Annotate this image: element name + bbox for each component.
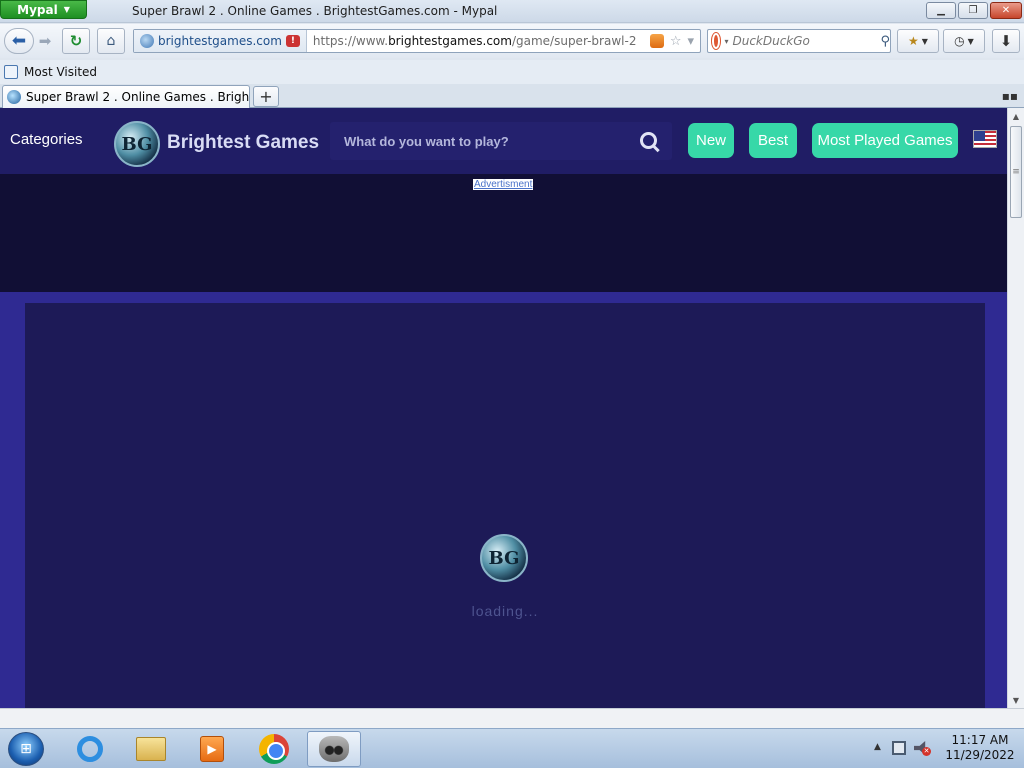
search-input[interactable] — [728, 34, 881, 48]
chrome-icon — [259, 734, 289, 764]
grid-icon: ▪▪ — [1001, 89, 1018, 103]
advertisement-label[interactable]: Advertisment — [473, 179, 534, 190]
page-vertical-scrollbar[interactable]: ▲ ≡ ▼ — [1007, 108, 1024, 708]
taskbar-clock[interactable]: 11:17 AM 11/29/2022 — [940, 733, 1020, 763]
us-flag-icon[interactable] — [973, 130, 997, 148]
url-path: /game/super-brawl-2 — [511, 34, 637, 48]
new-tab-button[interactable]: + — [253, 86, 279, 107]
rss-feed-icon[interactable] — [649, 34, 664, 48]
url-prefix: https://www. — [312, 34, 389, 48]
clock-date: 11/29/2022 — [945, 748, 1015, 762]
restore-button[interactable]: ❐ — [958, 2, 988, 19]
game-container: BG loading... — [0, 292, 1007, 708]
clock-icon: ◷ — [954, 34, 965, 48]
taskbar-mypal[interactable] — [307, 731, 361, 767]
plus-icon: + — [259, 87, 273, 106]
loading-text: loading... — [471, 603, 539, 619]
scroll-up-arrow-icon[interactable]: ▲ — [1008, 108, 1024, 124]
chevron-down-icon: ▼ — [63, 5, 70, 14]
volume-muted-icon: ✕ — [922, 747, 931, 756]
web-page: Categories BG Brightest Games New Best M… — [0, 108, 1007, 708]
taskbar-internet-explorer[interactable] — [63, 731, 117, 767]
download-arrow-icon: ⬇ — [999, 32, 1013, 50]
bookmarks-toolbar: Most Visited — [0, 60, 1024, 84]
categories-menu[interactable]: Categories — [10, 131, 83, 148]
close-button[interactable]: ✕ — [990, 2, 1022, 19]
site-name[interactable]: Brightest Games — [167, 132, 319, 154]
globe-icon — [140, 34, 154, 48]
url-field[interactable]: https://www.brightestgames.com/game/supe… — [307, 34, 650, 48]
nav-new-button[interactable]: New — [688, 123, 734, 158]
app-menu-button[interactable]: Mypal ▼ — [0, 0, 87, 19]
bookmarks-menu-button[interactable]: ★ ▼ — [897, 29, 939, 53]
forward-button[interactable]: ➡ — [34, 28, 56, 54]
search-icon[interactable] — [638, 130, 660, 152]
windows-taskbar: ⊞ ▶ ▲ ✕ 11:17 AM 11/29/2022 — [0, 728, 1024, 768]
site-header: Categories BG Brightest Games New Best M… — [0, 108, 1007, 174]
bookmark-star-icon[interactable]: ☆ — [670, 34, 682, 49]
address-bar[interactable]: brightestgames.com ! https://www.brighte… — [133, 29, 701, 53]
media-player-icon: ▶ — [200, 736, 224, 762]
site-logo[interactable]: BG — [114, 121, 160, 167]
start-button[interactable]: ⊞ — [8, 732, 44, 766]
home-button[interactable]: ⌂ — [97, 28, 125, 54]
site-identity-button[interactable]: brightestgames.com ! — [134, 30, 307, 52]
nav-best-button[interactable]: Best — [749, 123, 797, 158]
url-host: brightestgames.com — [388, 34, 512, 48]
window-title: Super Brawl 2 . Online Games . Brightest… — [132, 4, 498, 18]
status-bar — [0, 708, 1024, 728]
taskbar-file-explorer[interactable] — [124, 731, 178, 767]
bookmark-folder-icon — [4, 65, 18, 79]
network-icon[interactable] — [892, 741, 906, 755]
chevron-down-icon: ▼ — [921, 36, 928, 46]
bookmarks-icon: ★ — [908, 34, 919, 48]
duckduckgo-icon[interactable] — [712, 33, 721, 49]
home-icon: ⌂ — [106, 33, 116, 49]
loading-logo: BG — [480, 534, 528, 582]
search-bar[interactable]: ▾ ⚲ — [707, 29, 891, 53]
mypal-raccoon-icon — [319, 736, 349, 762]
arrow-right-icon: ➡ — [38, 32, 52, 50]
clock-time: 11:17 AM — [951, 733, 1009, 747]
tab-strip: Super Brawl 2 . Online Games . Brightest… — [0, 84, 1024, 108]
taskbar-chrome[interactable] — [247, 731, 301, 767]
site-favicon-icon — [7, 90, 21, 104]
taskbar-media-player[interactable]: ▶ — [185, 731, 239, 767]
identity-host: brightestgames.com — [158, 34, 282, 48]
mixed-content-warning-icon[interactable]: ! — [285, 35, 300, 47]
window-titlebar: Mypal ▼ Super Brawl 2 . Online Games . B… — [0, 0, 1024, 23]
scroll-thumb[interactable]: ≡ — [1010, 126, 1022, 218]
url-dropdown-icon[interactable]: ▾ — [687, 34, 694, 49]
list-all-tabs-button[interactable]: ▪▪ — [1002, 89, 1018, 103]
site-search-box — [330, 122, 672, 160]
downloads-button[interactable]: ⬇ — [992, 29, 1020, 53]
arrow-left-icon: ⬅ — [11, 31, 27, 51]
system-tray: ▲ ✕ 11:17 AM 11/29/2022 — [864, 729, 1024, 768]
back-button[interactable]: ⬅ — [4, 28, 34, 54]
windows-logo-icon: ⊞ — [20, 741, 32, 757]
scroll-down-arrow-icon[interactable]: ▼ — [1008, 692, 1024, 708]
game-frame[interactable]: BG loading... — [25, 303, 985, 708]
internet-explorer-icon — [77, 736, 103, 762]
search-icon[interactable]: ⚲ — [880, 34, 890, 49]
site-search-input[interactable] — [330, 133, 638, 149]
minimize-button[interactable]: ▁ — [926, 2, 956, 19]
window-controls: ▁ ❐ ✕ — [926, 2, 1022, 19]
history-button[interactable]: ◷ ▼ — [943, 29, 985, 53]
nav-most-played-button[interactable]: Most Played Games — [812, 123, 958, 158]
show-hidden-icons-arrow-icon[interactable]: ▲ — [874, 742, 881, 752]
reload-icon: ↻ — [69, 32, 83, 50]
tab-title: Super Brawl 2 . Online Games . Brightest… — [26, 90, 250, 104]
advertisement-area: Advertisment — [0, 174, 1007, 292]
folder-icon — [136, 737, 166, 761]
bookmark-most-visited[interactable]: Most Visited — [24, 65, 97, 79]
app-menu-label: Mypal — [17, 2, 58, 17]
reload-button[interactable]: ↻ — [62, 28, 90, 54]
chevron-down-icon: ▼ — [967, 36, 974, 46]
tab-super-brawl-2[interactable]: Super Brawl 2 . Online Games . Brightest… — [2, 85, 250, 108]
